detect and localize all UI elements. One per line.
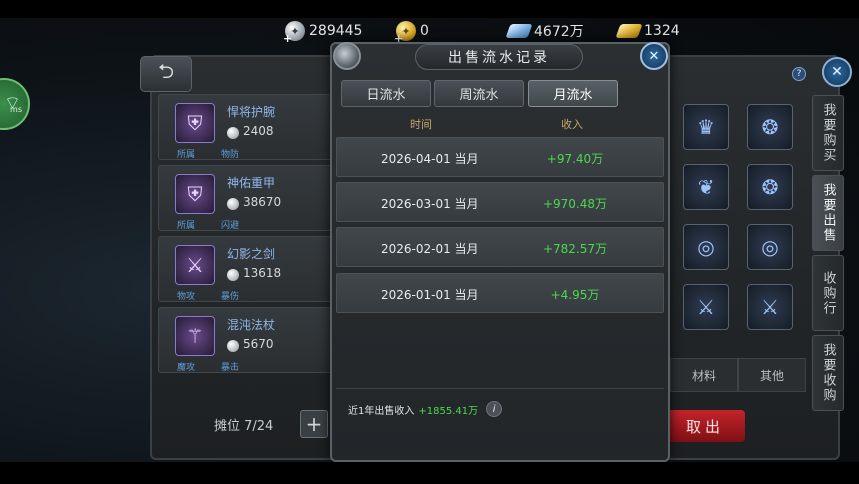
staff-icon: ⚚ [175, 316, 215, 356]
back-button[interactable]: ⮌ [140, 56, 192, 92]
top-letterbox [0, 0, 859, 18]
row-income: +782.57万 [542, 242, 608, 256]
column-header-time: 时间 [410, 118, 432, 131]
take-out-button[interactable]: 取出 [665, 410, 745, 442]
silver-amount: 289445 [309, 23, 363, 39]
wifi-icon: ⌔ [4, 93, 21, 114]
tab-daily[interactable]: 日流水 [341, 80, 431, 107]
table-row: 2026-02-01 当月 +782.57万 [336, 227, 664, 267]
diamond-amount: 4672万 [534, 24, 584, 40]
help-icon[interactable]: ? [792, 67, 806, 81]
diamond-currency: 4672万 [505, 20, 584, 42]
row-date: 2026-01-01 当月 [381, 288, 479, 302]
silver-coin-icon [227, 269, 239, 281]
item-tag: 闪避 [221, 221, 240, 231]
weapon-slot[interactable]: ⚔ [683, 284, 729, 330]
silver-coin-icon [227, 340, 239, 352]
item-tag: 所属 [177, 150, 196, 160]
row-income: +97.40万 [546, 152, 604, 166]
tab-weekly[interactable]: 周流水 [434, 80, 524, 107]
silver-coin-icon [227, 198, 239, 210]
item-tag: 魔攻 [177, 363, 196, 373]
table-row: 2026-04-01 当月 +97.40万 [336, 137, 664, 177]
filter-other[interactable]: 其他 [738, 358, 806, 392]
item-price: 13618 [243, 266, 282, 280]
dialog-title: 出售流水记录 [415, 44, 583, 70]
item-tag: 物防 [221, 150, 240, 160]
necklace-slot[interactable]: ❂ [747, 104, 793, 150]
goldbar-currency: 1324 [615, 20, 680, 42]
silver-coin-icon [227, 127, 239, 139]
category-filters: 材料 其他 [670, 358, 806, 392]
gold-amount: 0 [420, 23, 429, 39]
diamond-icon [505, 24, 533, 38]
listing-item[interactable]: ⛨ 神佑重甲 38670 所属 闪避 [158, 165, 333, 231]
listing-list: ⛨ 悍将护腕 2408 所属 物防 ⛨ 神佑重甲 38670 所属 闪避 ⚔ 幻… [158, 94, 333, 378]
item-price: 5670 [243, 337, 274, 351]
market-close-button[interactable]: ✕ [822, 57, 852, 87]
divider [336, 388, 664, 389]
ring-slot[interactable]: ◎ [747, 224, 793, 270]
item-name: 神佑重甲 [227, 176, 276, 190]
item-tag: 所属 [177, 221, 196, 231]
item-name: 悍将护腕 [227, 105, 276, 119]
goldbar-amount: 1324 [644, 23, 680, 39]
tab-monthly[interactable]: 月流水 [528, 80, 618, 107]
listing-item[interactable]: ⚔ 幻影之剑 13618 物攻 暴伤 [158, 236, 333, 302]
back-arrow-icon: ⮌ [157, 59, 175, 83]
item-name: 幻影之剑 [227, 247, 276, 261]
filter-materials[interactable]: 材料 [670, 358, 738, 392]
item-price: 38670 [243, 195, 282, 209]
gold-currency: ✦ + 0 [394, 20, 429, 45]
row-date: 2026-03-01 当月 [381, 197, 479, 211]
column-header-income: 收入 [561, 118, 583, 131]
add-slot-button[interactable]: + [300, 410, 328, 438]
total-label: 近1年出售收入 [348, 405, 415, 417]
row-income: +970.48万 [542, 197, 608, 211]
item-tag: 暴伤 [221, 292, 240, 302]
amulet-slot[interactable]: ❂ [747, 164, 793, 210]
helmet-slot[interactable]: ♛ [683, 104, 729, 150]
tab-purchase-house[interactable]: 收购行 [812, 255, 844, 331]
close-icon: ✕ [648, 48, 660, 64]
table-row: 2026-01-01 当月 +4.95万 [336, 273, 664, 313]
item-tag: 物攻 [177, 292, 196, 302]
total-value: +1855.41万 [418, 405, 479, 417]
bracer-icon: ⛨ [175, 103, 215, 143]
item-name: 混沌法杖 [227, 318, 276, 332]
weapon-slot[interactable]: ⚔ [747, 284, 793, 330]
tab-sell[interactable]: 我要出售 [812, 175, 844, 251]
dialog-close-button[interactable]: ✕ [640, 42, 668, 70]
silver-coin-icon: ✦ + [283, 21, 305, 45]
silver-currency: ✦ + 289445 [283, 20, 363, 45]
item-tag: 暴击 [221, 363, 240, 373]
slot-count: 摊位 7/24 [214, 419, 274, 434]
listing-item[interactable]: ⚚ 混沌法杖 5670 魔攻 暴击 [158, 307, 333, 373]
sword-icon: ⚔ [175, 245, 215, 285]
tab-request-buy[interactable]: 我要收购 [812, 335, 844, 411]
listing-item[interactable]: ⛨ 悍将护腕 2408 所属 物防 [158, 94, 333, 160]
gold-coin-icon: ✦ + [394, 21, 416, 45]
info-icon[interactable]: i [486, 401, 503, 417]
pendant-slot[interactable]: ❦ [683, 164, 729, 210]
ring-slot[interactable]: ◎ [683, 224, 729, 270]
gold-bar-icon [615, 24, 643, 38]
armor-icon: ⛨ [175, 174, 215, 214]
plus-icon: + [305, 412, 323, 436]
table-row: 2026-03-01 当月 +970.48万 [336, 182, 664, 222]
row-date: 2026-02-01 当月 [381, 242, 479, 256]
bottom-letterbox [0, 462, 859, 484]
yearly-total: 近1年出售收入 +1855.41万 i [348, 401, 503, 417]
row-income: +4.95万 [550, 288, 600, 302]
tab-buy[interactable]: 我要购买 [812, 95, 844, 171]
close-icon: ✕ [831, 64, 843, 80]
row-date: 2026-04-01 当月 [381, 152, 479, 166]
item-price: 2408 [243, 124, 274, 138]
dialog-ornament-icon [333, 42, 361, 70]
